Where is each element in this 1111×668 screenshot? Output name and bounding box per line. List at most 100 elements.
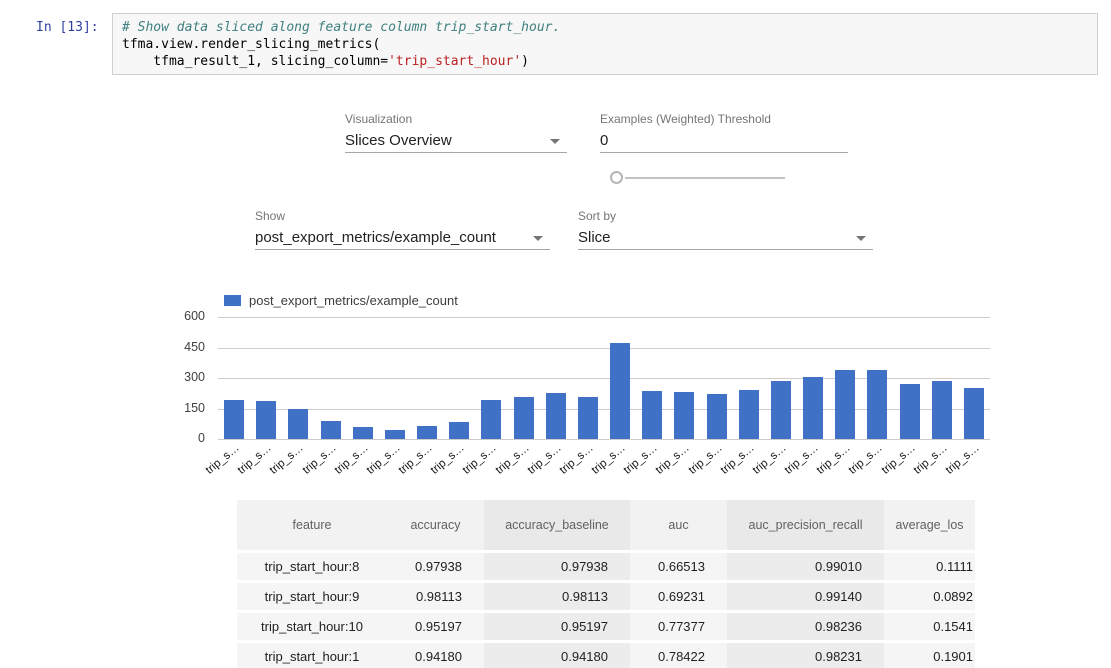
- slider-knob[interactable]: [610, 171, 623, 184]
- metrics-table-body: trip_start_hour:80.979380.979380.665130.…: [237, 553, 975, 668]
- feature-cell: trip_start_hour:9: [237, 583, 387, 610]
- bar[interactable]: [932, 381, 952, 439]
- bar[interactable]: [610, 343, 630, 439]
- bar[interactable]: [867, 370, 887, 439]
- bar[interactable]: [546, 393, 566, 439]
- bar[interactable]: [288, 409, 308, 439]
- code-line-3: tfma_result_1, slicing_column=: [122, 54, 388, 69]
- bar[interactable]: [803, 377, 823, 439]
- threshold-label: Examples (Weighted) Threshold: [600, 112, 771, 126]
- bar[interactable]: [417, 426, 437, 439]
- bar[interactable]: [481, 400, 501, 439]
- metrics-table: featureaccuracyaccuracy_baselineaucauc_p…: [237, 497, 975, 668]
- visualization-dropdown-value: Slices Overview: [345, 132, 452, 149]
- code-string: 'trip_start_hour': [388, 54, 521, 69]
- bar[interactable]: [964, 388, 984, 439]
- gridline: [218, 439, 990, 440]
- feature-cell: trip_start_hour:8: [237, 553, 387, 580]
- slider-track[interactable]: [625, 177, 785, 179]
- table-row[interactable]: trip_start_hour:10.941800.941800.784220.…: [237, 643, 975, 668]
- bar[interactable]: [385, 430, 405, 439]
- bar[interactable]: [771, 381, 791, 439]
- table-row[interactable]: trip_start_hour:90.981130.981130.692310.…: [237, 583, 975, 610]
- threshold-slider[interactable]: [610, 171, 786, 184]
- bar[interactable]: [449, 422, 469, 439]
- code-comment: # Show data sliced along feature column …: [122, 20, 560, 35]
- legend-swatch: [224, 295, 241, 306]
- metric-cell: 0.66513: [630, 553, 727, 580]
- metric-cell: 0.1901: [884, 643, 975, 668]
- bar[interactable]: [256, 401, 276, 439]
- y-axis-tick-label: 150: [153, 401, 205, 415]
- y-axis-labels: 0150300450600: [153, 317, 205, 457]
- column-header[interactable]: accuracy_baseline: [484, 500, 630, 550]
- bar[interactable]: [353, 427, 373, 439]
- feature-cell: trip_start_hour:10: [237, 613, 387, 640]
- sort-by-dropdown-value: Slice: [578, 229, 611, 246]
- gridline: [218, 348, 990, 349]
- metric-cell: 0.69231: [630, 583, 727, 610]
- show-dropdown-value: post_export_metrics/example_count: [255, 229, 496, 246]
- column-header[interactable]: auc: [630, 500, 727, 550]
- y-axis-tick-label: 600: [153, 309, 205, 323]
- metric-cell: 0.94180: [484, 643, 630, 668]
- bar[interactable]: [739, 390, 759, 439]
- metric-cell: 0.99010: [727, 553, 884, 580]
- metric-cell: 0.78422: [630, 643, 727, 668]
- visualization-label: Visualization: [345, 112, 412, 126]
- column-header[interactable]: auc_precision_recall: [727, 500, 884, 550]
- metric-cell: 0.77377: [630, 613, 727, 640]
- bar-chart-plot: [218, 317, 990, 440]
- metric-cell: 0.98113: [484, 583, 630, 610]
- bar[interactable]: [578, 397, 598, 439]
- table-row[interactable]: trip_start_hour:100.951970.951970.773770…: [237, 613, 975, 640]
- sort-by-dropdown[interactable]: Slice: [578, 227, 873, 250]
- metric-cell: 0.95197: [484, 613, 630, 640]
- table-row[interactable]: trip_start_hour:80.979380.979380.665130.…: [237, 553, 975, 580]
- metric-cell: 0.1111: [884, 553, 975, 580]
- metric-cell: 0.0892: [884, 583, 975, 610]
- y-axis-tick-label: 0: [153, 431, 205, 445]
- show-dropdown[interactable]: post_export_metrics/example_count: [255, 227, 550, 250]
- legend-label: post_export_metrics/example_count: [249, 293, 458, 308]
- feature-cell: trip_start_hour:1: [237, 643, 387, 668]
- column-header[interactable]: average_los: [884, 500, 975, 550]
- y-axis-tick-label: 300: [153, 370, 205, 384]
- bar[interactable]: [321, 421, 341, 439]
- dropdown-arrow-icon[interactable]: [533, 236, 543, 241]
- bar[interactable]: [835, 370, 855, 439]
- metric-cell: 0.1541: [884, 613, 975, 640]
- y-axis-tick-label: 450: [153, 340, 205, 354]
- x-axis-labels: trip_s…trip_s…trip_s…trip_s…trip_s…trip_…: [218, 442, 990, 484]
- column-header[interactable]: feature: [237, 500, 387, 550]
- sort-by-label: Sort by: [578, 209, 616, 223]
- bar[interactable]: [224, 400, 244, 439]
- dropdown-arrow-icon[interactable]: [550, 139, 560, 144]
- metric-cell: 0.97938: [484, 553, 630, 580]
- column-header[interactable]: accuracy: [387, 500, 484, 550]
- visualization-dropdown[interactable]: Slices Overview: [345, 130, 567, 153]
- bar[interactable]: [900, 384, 920, 440]
- code-line-2: tfma.view.render_slicing_metrics(: [122, 37, 380, 52]
- metric-cell: 0.94180: [387, 643, 484, 668]
- metric-cell: 0.98236: [727, 613, 884, 640]
- threshold-input[interactable]: 0: [600, 130, 848, 153]
- metric-cell: 0.98113: [387, 583, 484, 610]
- metric-cell: 0.98231: [727, 643, 884, 668]
- metrics-table-head-row: featureaccuracyaccuracy_baselineaucauc_p…: [237, 500, 975, 550]
- threshold-value: 0: [600, 132, 608, 149]
- notebook-page: In [13]: # Show data sliced along featur…: [0, 0, 1111, 668]
- show-label: Show: [255, 209, 285, 223]
- notebook-prompt: In [13]:: [36, 20, 99, 35]
- bar[interactable]: [514, 397, 534, 439]
- bar[interactable]: [674, 392, 694, 439]
- metric-cell: 0.95197: [387, 613, 484, 640]
- gridline: [218, 317, 990, 318]
- code-cell[interactable]: # Show data sliced along feature column …: [112, 13, 1098, 75]
- metric-cell: 0.97938: [387, 553, 484, 580]
- bar[interactable]: [707, 394, 727, 439]
- dropdown-arrow-icon[interactable]: [856, 236, 866, 241]
- metric-cell: 0.99140: [727, 583, 884, 610]
- code-line-3-close: ): [521, 54, 529, 69]
- bar[interactable]: [642, 391, 662, 439]
